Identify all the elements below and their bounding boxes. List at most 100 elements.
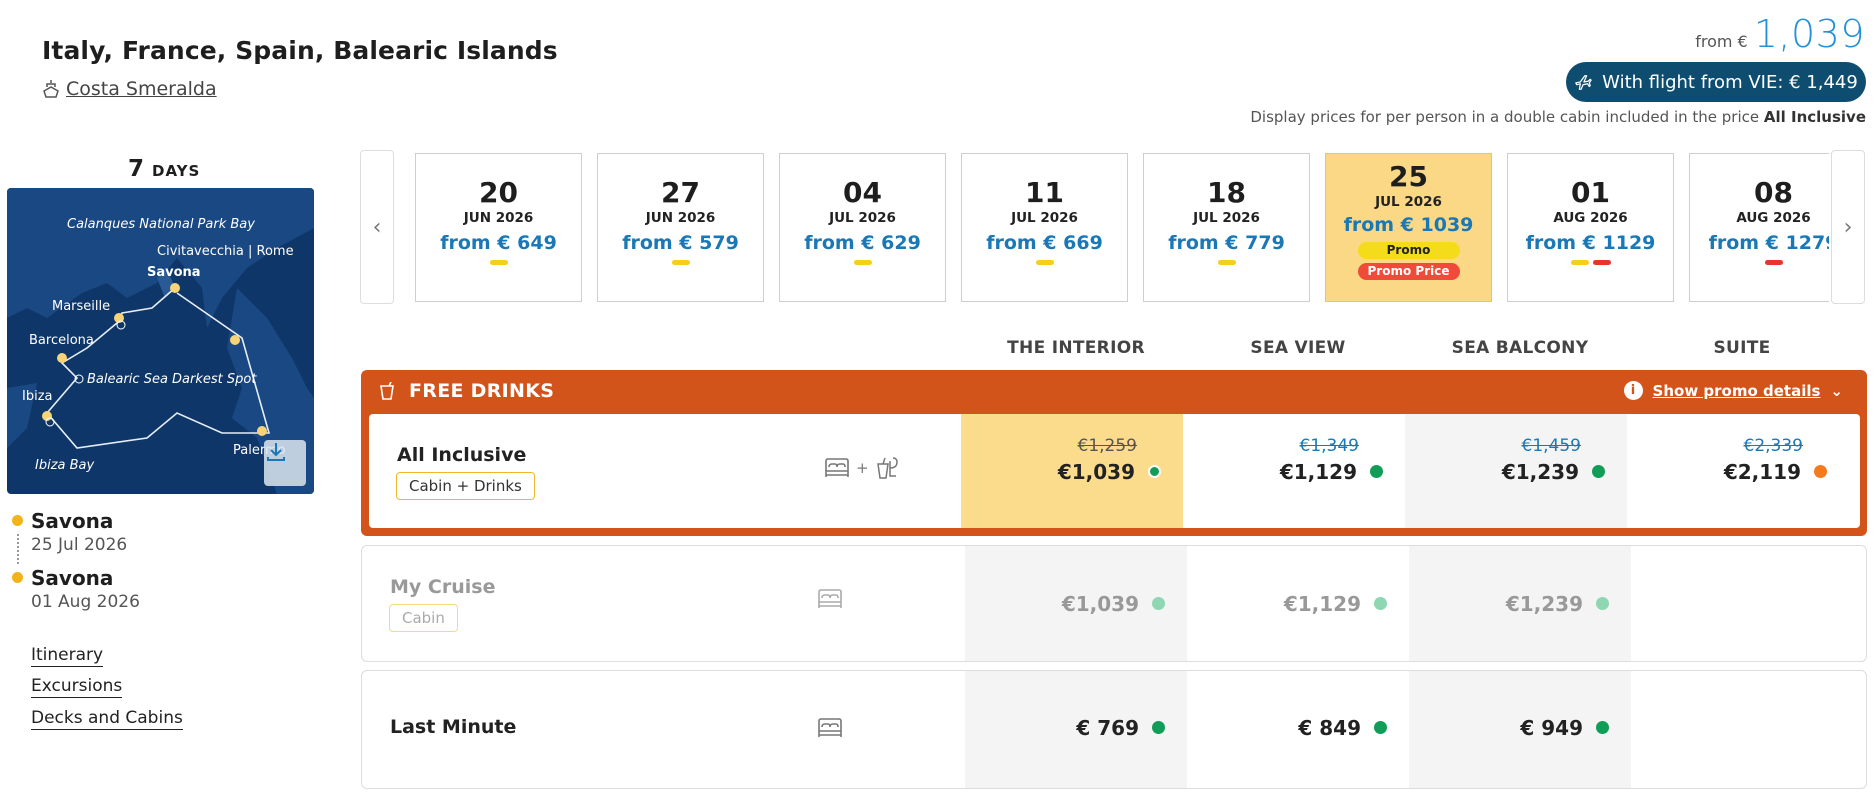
map-label-calanques: Calanques National Park Bay [67,217,255,232]
fare-icons: + [824,456,901,480]
current-price: €1,039 [1057,460,1135,484]
decks-cabins-link[interactable]: Decks and Cabins [31,708,183,730]
price-cell-sea-view[interactable]: €1,129 [1187,546,1409,661]
availability-bars [1690,260,1829,265]
from-label: from € [1695,32,1748,51]
old-price: €1,259 [1077,436,1137,456]
current-price: €1,239 [1505,592,1583,616]
price-note: Display prices for per person in a doubl… [1250,108,1866,126]
old-price: €2,339 [1743,436,1803,456]
current-price: €2,119 [1723,460,1801,484]
price-cell-sea-balcony[interactable]: €1,239 [1409,546,1631,661]
map-label-ibiza: Ibiza [22,389,53,404]
price-cell-sea-balcony[interactable]: € 949 [1409,671,1631,788]
availability-dot [1374,721,1387,734]
current-price: € 769 [1076,716,1139,740]
availability-dot [1592,465,1605,478]
availability-dot [1152,597,1165,610]
chevron-left-icon: ‹ [372,214,382,240]
fare-row-my-cruise[interactable]: My Cruise Cabin €1,039 €1,129 €1,239 [361,545,1867,662]
availability-bar [489,260,508,265]
price-cell-sea-view[interactable]: € 849 [1187,671,1409,788]
port-dot [12,515,23,526]
carousel-next-button[interactable]: › [1831,150,1865,304]
info-icon: i [1623,381,1643,400]
fare-row-last-minute[interactable]: Last Minute € 769 € 849 € 949 [361,670,1867,789]
price-cell-interior[interactable]: €1,039 [965,546,1187,661]
availability-bars [780,260,945,265]
duration: 7 DAYS [128,156,200,182]
date-card[interactable]: 04 JUL 2026 from € 629 [779,153,946,302]
page-title: Italy, France, Spain, Balearic Islands [42,36,558,65]
price-cell-interior[interactable]: € 769 [965,671,1187,788]
fare-row-all-inclusive[interactable]: All Inclusive Cabin + Drinks + €1,259 €1… [369,414,1860,528]
availability-dot [1374,597,1387,610]
availability-bar [671,260,690,265]
availability-bar [853,260,872,265]
download-icon [267,443,285,461]
promo-details-link[interactable]: i Show promo details ⌄ [1623,381,1843,400]
map-download-button[interactable] [264,440,306,486]
old-price: €1,349 [1299,436,1359,456]
itinerary-map[interactable]: Calanques National Park Bay Civitavecchi… [7,188,314,494]
carousel-prev-button[interactable]: ‹ [360,150,394,304]
old-price: €1,459 [1521,436,1581,456]
fare-tag: Cabin + Drinks [396,472,535,500]
price-cell-sea-view[interactable]: €1,349 €1,129 [1183,414,1405,528]
availability-dot [1596,721,1609,734]
column-header-interior: THE INTERIOR [1007,338,1145,358]
port-date: 25 Jul 2026 [31,535,128,555]
bed-icon [818,589,842,608]
availability-dot [1596,597,1609,610]
port-name: Savona [31,566,114,590]
date-card[interactable]: 20 JUN 2026 from € 649 [415,153,582,302]
current-price: €1,129 [1279,460,1357,484]
bed-icon [818,718,842,737]
price-cell-interior[interactable]: €1,259 €1,039 [961,414,1183,528]
availability-dot [1814,465,1827,478]
promo-price-badge: Promo Price [1357,263,1460,280]
date-card[interactable]: 18 JUL 2026 from € 779 [1143,153,1310,302]
ship-icon [43,80,59,98]
days-label: DAYS [152,162,201,180]
availability-bars [1508,260,1673,265]
current-price: € 949 [1520,716,1583,740]
price-cell-suite[interactable]: €2,339 €2,119 [1627,414,1860,528]
promo-header: FREE DRINKS i Show promo details ⌄ [361,370,1867,412]
drink-cup-icon [380,382,394,400]
port-date: 01 Aug 2026 [31,592,140,612]
plane-icon [1575,75,1592,90]
date-card[interactable]: 08 AUG 2026 from € 1279 [1689,153,1829,302]
date-card[interactable]: 01 AUG 2026 from € 1129 [1507,153,1674,302]
date-card-selected[interactable]: 25 JUL 2026 from € 1039 Promo Promo Pric… [1325,153,1492,302]
availability-bar [1217,260,1236,265]
availability-dot [1152,721,1165,734]
date-card[interactable]: 11 JUL 2026 from € 669 [961,153,1128,302]
flight-button-label: With flight from VIE: € 1,449 [1602,71,1858,93]
availability-bars [962,260,1127,265]
column-header-sea-view: SEA VIEW [1250,338,1346,358]
bed-icon [825,458,849,477]
fare-name: All Inclusive [397,444,527,466]
map-label-marseille: Marseille [52,299,110,314]
port-departure: Savona 25 Jul 2026 [12,509,127,555]
map-label-civitavecchia: Civitavecchia | Rome [157,244,294,259]
availability-bar [1592,260,1611,265]
flight-price-button[interactable]: With flight from VIE: € 1,449 [1566,62,1866,102]
current-price: €1,039 [1061,592,1139,616]
availability-bars [598,260,763,265]
current-price: €1,239 [1501,460,1579,484]
excursions-link[interactable]: Excursions [31,676,123,698]
price-cell-sea-balcony[interactable]: €1,459 €1,239 [1405,414,1627,528]
current-price: € 849 [1298,716,1361,740]
port-connector [17,534,19,564]
chevron-right-icon: › [1843,214,1853,240]
column-header-suite: SUITE [1713,338,1771,358]
itinerary-link[interactable]: Itinerary [31,645,104,667]
ship-name: Costa Smeralda [66,78,217,100]
availability-bar [1764,260,1783,265]
from-value: 1,039 [1753,12,1865,56]
ship-link[interactable]: Costa Smeralda [42,78,217,100]
price-note-bold: All Inclusive [1763,108,1866,126]
date-card[interactable]: 27 JUN 2026 from € 579 [597,153,764,302]
